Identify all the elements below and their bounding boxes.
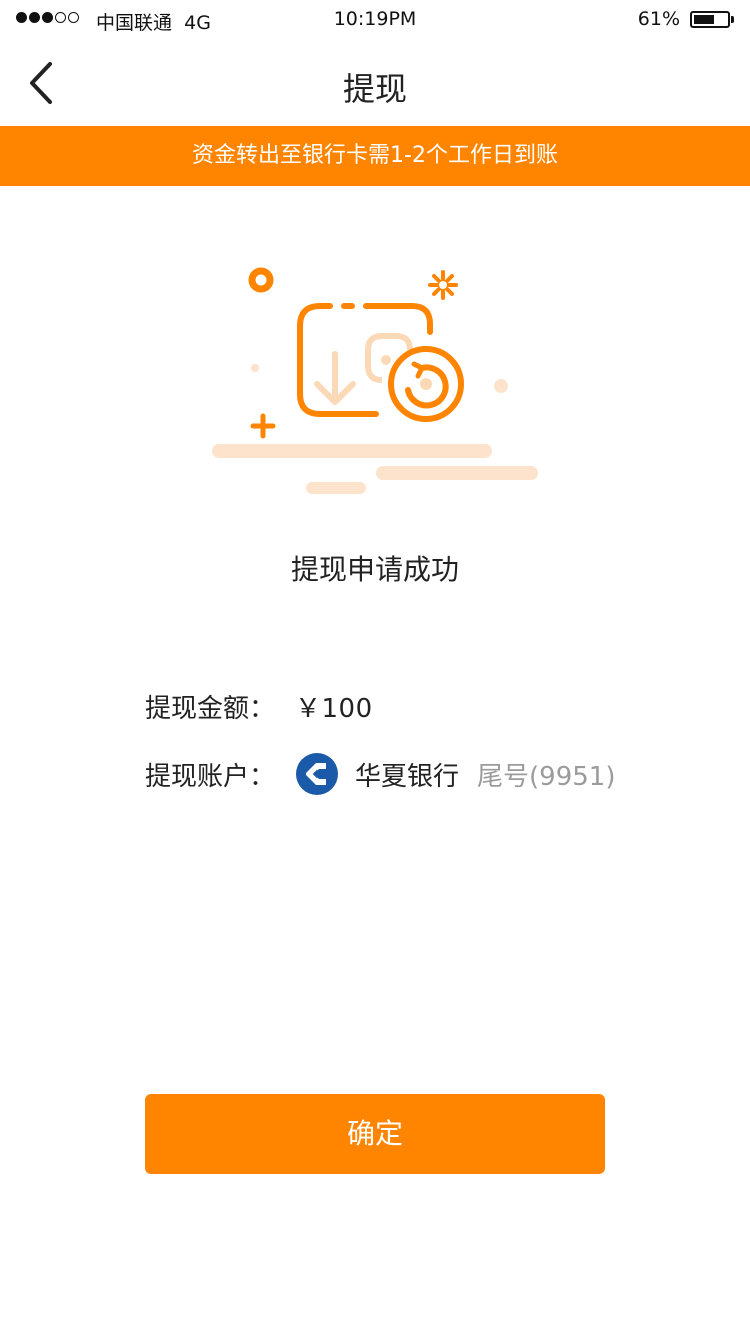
notice-banner: 资金转出至银行卡需1-2个工作日到账 xyxy=(0,126,750,186)
bank-name: 华夏银行 xyxy=(355,761,460,792)
result-message: 提现申请成功 xyxy=(290,553,459,586)
battery-level-fill xyxy=(694,15,714,24)
amount-value: ￥100 xyxy=(295,693,373,724)
ground-line-1 xyxy=(212,444,492,458)
account-label: 提现账户： xyxy=(145,761,276,792)
card-tail-number: 尾号(9951) xyxy=(477,761,616,792)
plus-icon xyxy=(250,413,276,439)
amount-row: 提现金额： ￥100 xyxy=(145,686,373,726)
battery-icon xyxy=(690,11,730,28)
account-row: 提现账户： 华夏银行 尾号(9951) xyxy=(145,750,616,798)
download-arrow-icon xyxy=(314,351,356,405)
huaxia-bank-logo-icon xyxy=(296,753,339,795)
amount-label: 提现金额： xyxy=(145,693,276,724)
decor-dot-1 xyxy=(251,364,259,372)
ground-line-3 xyxy=(306,482,366,494)
page-title: 提现 xyxy=(342,70,407,108)
battery-tip xyxy=(731,16,734,23)
decor-ring-icon xyxy=(248,267,274,293)
decor-dot-2 xyxy=(494,379,508,393)
battery-percent: 61% xyxy=(637,8,680,30)
navigation-bar: 提现 xyxy=(0,40,750,126)
status-bar: 中国联通 4G 10:19PM 61% xyxy=(0,0,750,40)
ground-line-2 xyxy=(376,466,538,480)
withdraw-wallet-illustration xyxy=(212,267,538,494)
confirm-button[interactable]: 确定 xyxy=(145,1094,605,1174)
